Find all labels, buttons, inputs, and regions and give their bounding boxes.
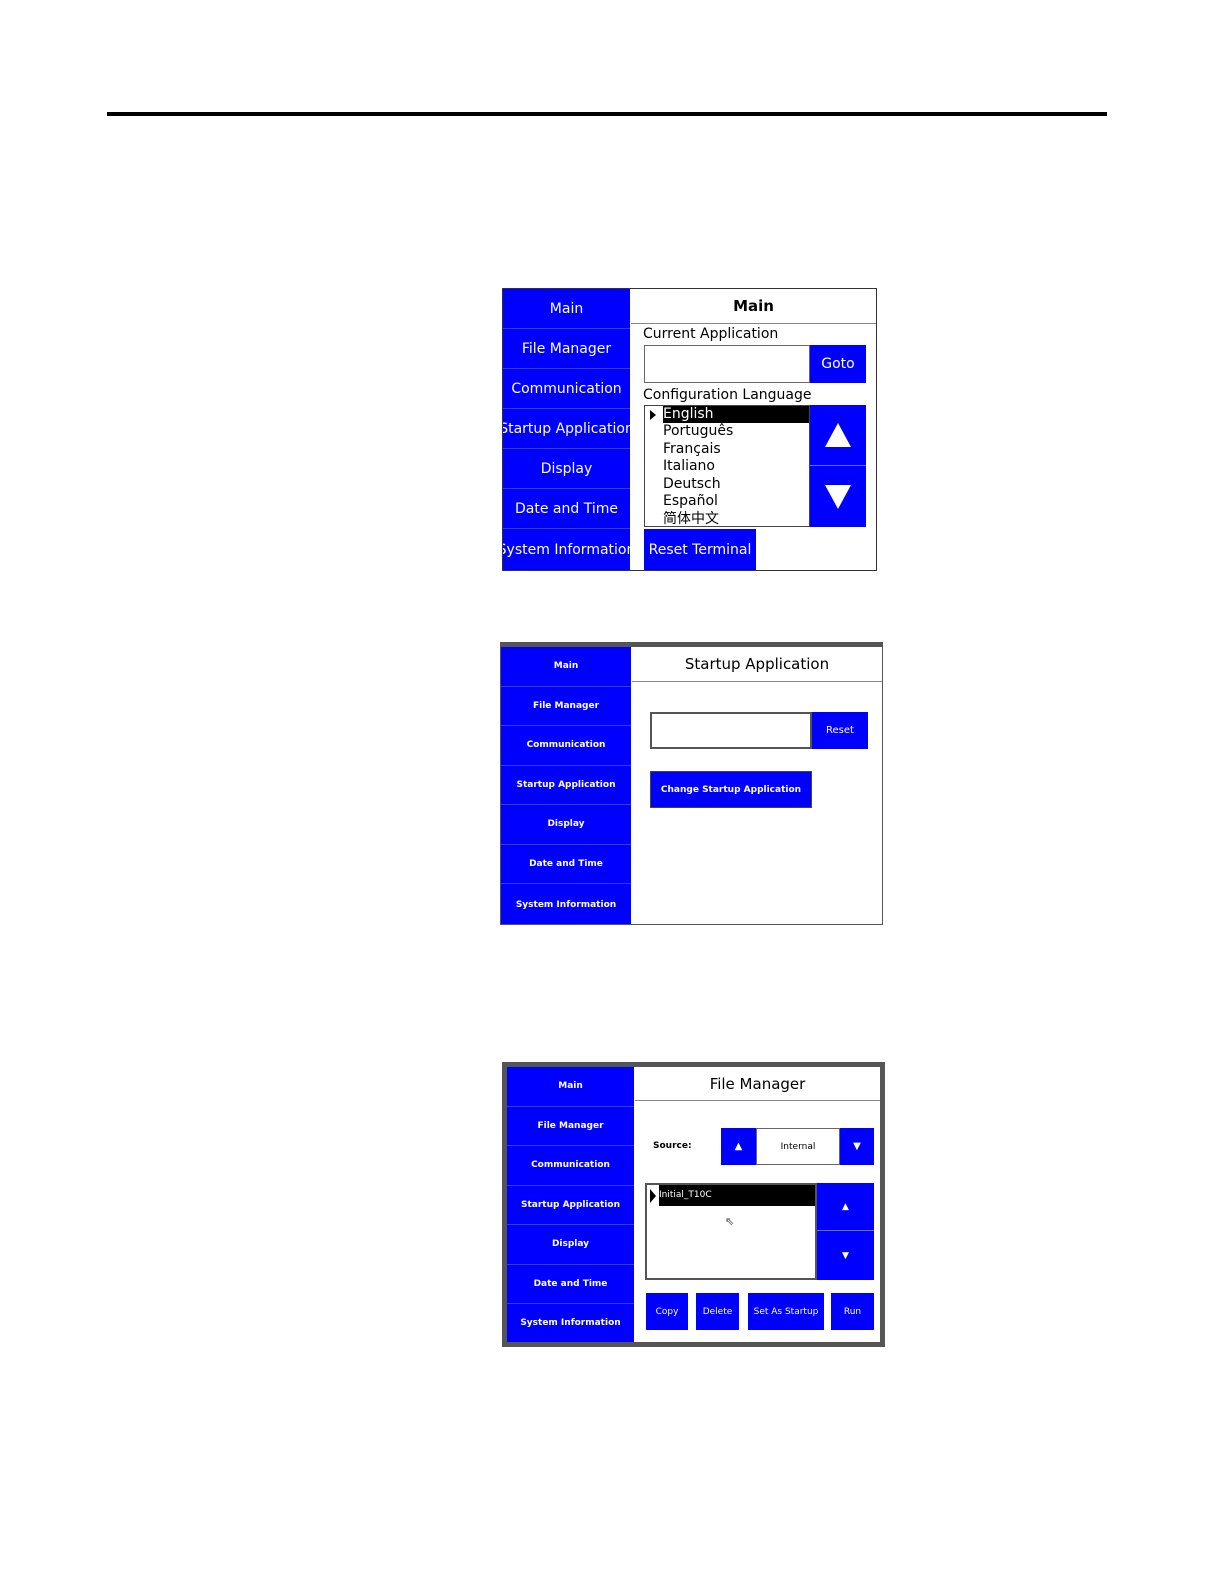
nav-main[interactable]: Main: [507, 1067, 634, 1107]
copy-button[interactable]: Copy: [646, 1293, 688, 1330]
triangle-down-icon: ▼: [853, 1141, 861, 1152]
configuration-language-label: Configuration Language: [643, 387, 812, 403]
nav-startup-application[interactable]: Startup Application: [507, 1186, 634, 1225]
triangle-up-icon: [825, 423, 851, 447]
page-title: Main: [631, 289, 876, 324]
file-manager-screen: Main File Manager Communication Startup …: [502, 1062, 885, 1347]
page-title: Startup Application: [632, 647, 882, 682]
nav-display[interactable]: Display: [507, 1225, 634, 1265]
startup-application-field: [650, 712, 812, 749]
selection-caret-icon: [650, 1189, 656, 1203]
current-application-field: [644, 345, 810, 383]
nav-date-and-time[interactable]: Date and Time: [501, 845, 631, 884]
nav-system-information[interactable]: System Information: [507, 1304, 634, 1342]
nav-communication[interactable]: Communication: [501, 726, 631, 766]
set-as-startup-button[interactable]: Set As Startup: [748, 1293, 824, 1330]
page-header-rule: [107, 112, 1107, 116]
language-item-english[interactable]: English: [663, 406, 809, 423]
nav-file-manager[interactable]: File Manager: [501, 687, 631, 726]
nav-date-and-time[interactable]: Date and Time: [503, 489, 630, 529]
triangle-up-icon: ▲: [734, 1141, 743, 1152]
scroll-up-button[interactable]: [810, 405, 866, 466]
language-item-francais[interactable]: Français: [663, 441, 721, 458]
language-item-espanol[interactable]: Español: [663, 493, 718, 510]
reset-button[interactable]: Reset: [812, 712, 868, 749]
nav-startup-application[interactable]: Startup Application: [503, 409, 630, 449]
file-scroll-up-button[interactable]: ▲: [817, 1183, 874, 1231]
nav-display[interactable]: Display: [501, 805, 631, 845]
triangle-down-icon: ▼: [842, 1250, 849, 1261]
startup-application-screen: Main File Manager Communication Startup …: [500, 642, 883, 925]
language-item-deutsch[interactable]: Deutsch: [663, 476, 721, 493]
nav-main[interactable]: Main: [503, 289, 630, 329]
selection-caret-icon: [650, 410, 656, 420]
file-scroll-down-button[interactable]: ▼: [817, 1231, 874, 1280]
source-next-button[interactable]: ▼: [840, 1128, 874, 1165]
file-list[interactable]: Initial_T10C ⇖: [645, 1183, 817, 1280]
page-title: File Manager: [635, 1067, 880, 1101]
nav-file-manager[interactable]: File Manager: [503, 329, 630, 369]
nav-communication[interactable]: Communication: [507, 1146, 634, 1186]
language-item-portugues[interactable]: Português: [663, 423, 733, 440]
nav-system-information[interactable]: System Information: [501, 884, 631, 925]
reset-terminal-button[interactable]: Reset Terminal: [644, 529, 756, 570]
language-list[interactable]: English Português Français Italiano Deut…: [644, 405, 810, 527]
source-select[interactable]: Internal: [756, 1128, 840, 1165]
sidebar: Main File Manager Communication Startup …: [507, 1067, 634, 1342]
mouse-cursor-icon: ⇖: [725, 1215, 735, 1228]
nav-system-information[interactable]: System Information: [503, 529, 630, 570]
nav-display[interactable]: Display: [503, 449, 630, 489]
nav-main[interactable]: Main: [501, 647, 631, 687]
sidebar: Main File Manager Communication Startup …: [503, 289, 630, 570]
triangle-up-icon: ▲: [842, 1201, 849, 1212]
scroll-down-button[interactable]: [810, 466, 866, 527]
delete-button[interactable]: Delete: [696, 1293, 739, 1330]
file-item[interactable]: Initial_T10C: [659, 1185, 815, 1206]
language-item-chinese[interactable]: 简体中文: [663, 511, 719, 527]
source-prev-button[interactable]: ▲: [721, 1128, 756, 1165]
main-screen: Main File Manager Communication Startup …: [502, 288, 877, 571]
nav-date-and-time[interactable]: Date and Time: [507, 1265, 634, 1304]
sidebar: Main File Manager Communication Startup …: [501, 647, 631, 924]
nav-file-manager[interactable]: File Manager: [507, 1107, 634, 1146]
change-startup-application-button[interactable]: Change Startup Application: [650, 771, 812, 808]
run-button[interactable]: Run: [831, 1293, 874, 1330]
nav-communication[interactable]: Communication: [503, 369, 630, 409]
goto-button[interactable]: Goto: [810, 345, 866, 383]
source-label: Source:: [653, 1141, 692, 1151]
language-item-italiano[interactable]: Italiano: [663, 458, 715, 475]
current-application-label: Current Application: [643, 326, 779, 342]
triangle-down-icon: [825, 484, 851, 509]
nav-startup-application[interactable]: Startup Application: [501, 766, 631, 805]
